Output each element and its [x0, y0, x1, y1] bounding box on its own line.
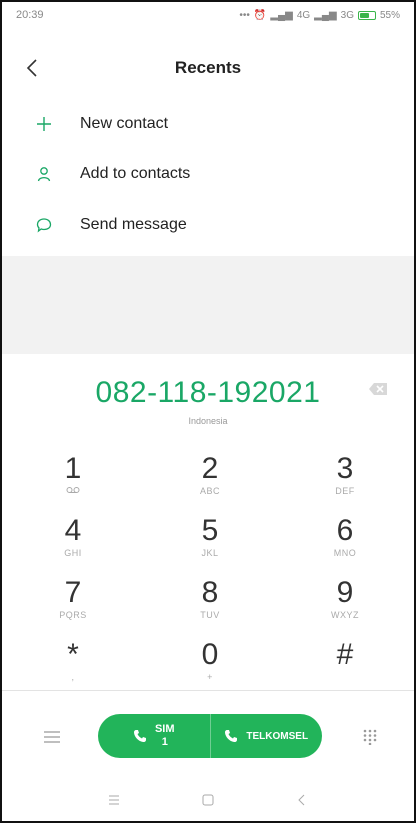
- backspace-button[interactable]: [368, 382, 388, 396]
- chevron-left-icon: [298, 794, 305, 806]
- page-title: Recents: [174, 58, 242, 77]
- backspace-icon: [369, 383, 387, 395]
- key-9[interactable]: 9 WXYZ: [290, 576, 400, 638]
- key-8[interactable]: 8 TUV: [155, 576, 265, 638]
- keypad-toggle-button[interactable]: [358, 726, 382, 748]
- status-icons: ••• ⏰ ▂▄▆ 4G ▂▄▆ 3G 55%: [239, 10, 400, 21]
- key-4[interactable]: 4 GHI: [18, 514, 128, 576]
- network-4g: 4G: [296, 9, 311, 21]
- back-button[interactable]: [20, 54, 44, 82]
- call-sim1-button[interactable]: SIM 1: [98, 714, 210, 758]
- system-nav-bar: [2, 786, 414, 814]
- call-telkomsel-button[interactable]: TELKOMSEL: [209, 714, 323, 758]
- hamburger-icon: [109, 795, 119, 805]
- key-3[interactable]: 3 DEF: [290, 452, 400, 514]
- nav-menu-button[interactable]: [104, 790, 124, 810]
- add-to-contacts-item[interactable]: Add to contacts: [2, 150, 414, 198]
- carrier-label: TELKOMSEL: [246, 730, 309, 742]
- header: Recents: [2, 46, 414, 90]
- key-1[interactable]: 1: [18, 452, 128, 514]
- new-contact-item[interactable]: New contact: [2, 100, 414, 148]
- network-3g: 3G: [340, 9, 354, 21]
- phone-icon: [133, 730, 146, 742]
- key-7[interactable]: 7 PQRS: [18, 576, 128, 638]
- nav-home-button[interactable]: [198, 790, 218, 810]
- battery-percent: 55%: [379, 9, 400, 21]
- add-to-contacts-label: Add to contacts: [80, 165, 191, 182]
- empty-area: [2, 256, 414, 354]
- menu-button[interactable]: [40, 726, 64, 748]
- message-icon: [34, 215, 54, 235]
- sim-label: SIM 1: [154, 723, 175, 748]
- voicemail-icon: [18, 486, 128, 496]
- divider: [2, 690, 414, 691]
- phone-icon: [225, 730, 238, 742]
- battery-icon: [357, 10, 376, 20]
- key-6[interactable]: 6 MNO: [290, 514, 400, 576]
- alarm-icon: ⏰: [253, 9, 267, 21]
- hamburger-icon: [44, 731, 60, 743]
- call-buttons: SIM 1 TELKOMSEL: [98, 714, 322, 758]
- key-5[interactable]: 5 JKL: [155, 514, 265, 576]
- signal-icon: ▂▄▆: [314, 9, 337, 21]
- chevron-left-icon: [26, 59, 37, 77]
- more-dots-icon: •••: [239, 9, 250, 21]
- key-2[interactable]: 2 ABC: [155, 452, 265, 514]
- send-message-label: Send message: [80, 216, 187, 233]
- dialed-number: 082-118-192021: [95, 376, 321, 409]
- plus-icon: [34, 114, 54, 134]
- home-square-icon: [202, 794, 214, 806]
- signal-icon: ▂▄▆: [270, 9, 293, 21]
- send-message-item[interactable]: Send message: [2, 201, 414, 249]
- nav-back-button[interactable]: [292, 790, 312, 810]
- dialpad-icon: [363, 729, 377, 745]
- number-region: Indonesia: [188, 416, 228, 426]
- person-icon: [34, 164, 54, 184]
- status-bar: 20:39 ••• ⏰ ▂▄▆ 4G ▂▄▆ 3G 55%: [2, 2, 414, 28]
- new-contact-label: New contact: [80, 115, 169, 132]
- status-time: 20:39: [16, 9, 44, 21]
